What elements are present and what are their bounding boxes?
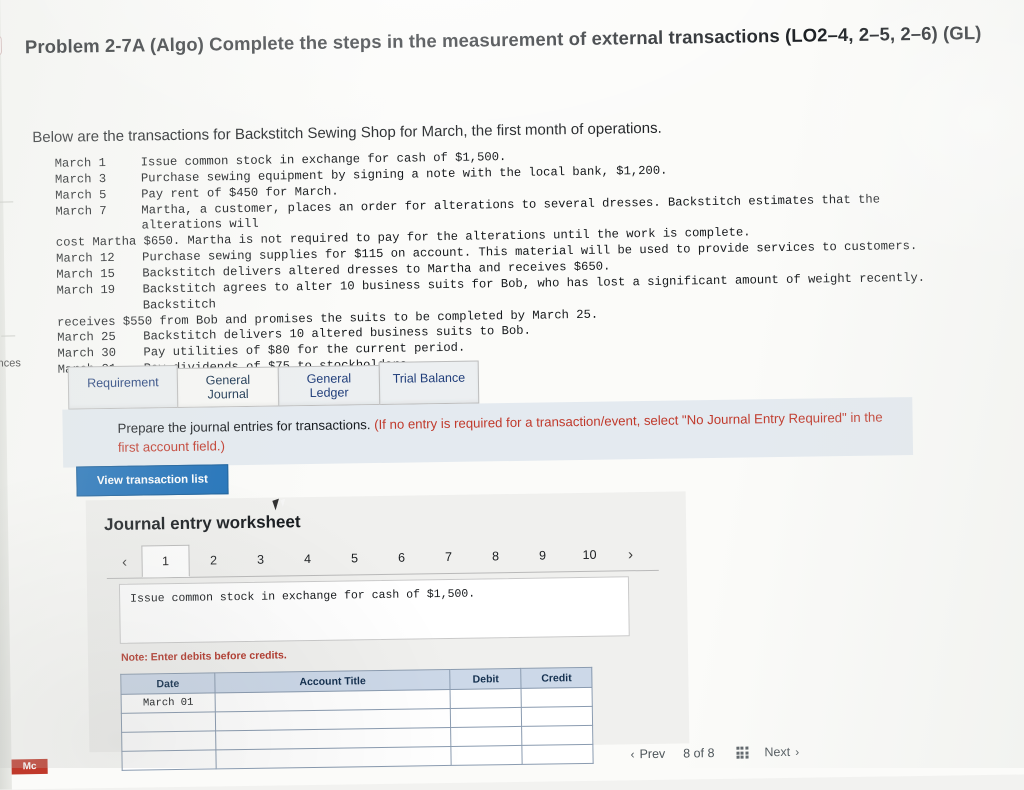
column-header-debit: Debit (450, 668, 522, 690)
cell-debit[interactable] (450, 688, 522, 709)
cell-credit[interactable] (522, 744, 594, 765)
transaction-date: March 12 (55, 251, 115, 266)
prev-chevron-icon[interactable]: ‹ (630, 747, 634, 761)
tab-label: Requirement (87, 375, 159, 391)
next-chevron-icon[interactable]: › (795, 745, 799, 759)
tab-label-line2: Journal (207, 386, 249, 402)
pager-page-9[interactable]: 9 (518, 539, 565, 572)
cell-credit[interactable] (521, 725, 593, 746)
tab-general-ledger[interactable]: General Ledger (277, 364, 381, 407)
tab-requirement[interactable]: Requirement (67, 364, 179, 410)
transaction-date: March 5 (55, 187, 107, 203)
transaction-date: March 19 (56, 282, 116, 298)
edge-tick (0, 201, 14, 203)
tab-label-line2: Ledger (309, 385, 349, 401)
journal-entry-worksheet: Journal entry worksheet ‹ 1 2 3 4 5 6 7 … (85, 491, 690, 771)
pager-page-10[interactable]: 10 (565, 539, 612, 572)
column-header-date: Date (120, 672, 216, 695)
pager-page-2[interactable]: 2 (189, 544, 236, 577)
debits-before-credits-note: Note: Enter debits before credits. (120, 649, 287, 664)
edge-tick (1, 335, 16, 337)
pager-next-arrow-icon[interactable]: › (612, 538, 647, 571)
cell-debit[interactable] (450, 707, 522, 728)
pager-page-4[interactable]: 4 (283, 543, 330, 576)
edge-cut-off-label: nces (0, 357, 21, 370)
tab-label-line1: General (306, 371, 352, 387)
worksheet-title: Journal entry worksheet (103, 512, 301, 535)
tab-strip: Requirement General Journal General Ledg… (67, 360, 480, 410)
browser-tab-nub-icon (0, 35, 3, 56)
transaction-date: March 3 (54, 171, 107, 187)
grid-menu-icon[interactable] (736, 746, 749, 759)
worksheet-prompt: Issue common stock in exchange for cash … (118, 576, 630, 644)
instruction-text: Prepare the journal entries for transact… (117, 407, 907, 457)
transaction-date: March 25 (57, 330, 116, 346)
pager-page-6[interactable]: 6 (377, 541, 424, 574)
pager-page-1[interactable]: 1 (141, 544, 190, 578)
view-transaction-list-button[interactable]: View transaction list (76, 464, 229, 497)
pager-page-7[interactable]: 7 (424, 541, 471, 574)
cell-credit[interactable] (521, 687, 593, 708)
pager-prev-arrow-icon[interactable]: ‹ (106, 546, 141, 579)
tab-label: Trial Balance (392, 370, 466, 386)
transaction-date: March 30 (57, 346, 117, 362)
worksheet-prompt-text: Issue common stock in exchange for cash … (130, 587, 476, 606)
cell-debit[interactable] (451, 726, 523, 747)
transaction-date: March 15 (56, 266, 115, 282)
cell-date[interactable] (121, 749, 217, 771)
cell-date[interactable]: March 01 (121, 692, 216, 714)
cell-debit[interactable] (451, 745, 523, 766)
cell-credit[interactable] (521, 706, 593, 727)
tab-label-line1: General (205, 372, 251, 388)
column-header-credit: Credit (520, 667, 593, 689)
cell-date[interactable] (121, 711, 216, 733)
pager-page-5[interactable]: 5 (330, 542, 377, 575)
instruction-black-text: Prepare the journal entries for transact… (117, 417, 371, 436)
tab-general-journal[interactable]: General Journal (176, 366, 280, 408)
cell-date[interactable] (121, 730, 216, 752)
transaction-date: March 1 (54, 156, 106, 171)
cell-account-title[interactable] (215, 746, 452, 769)
transaction-list: March 1 Issue common stock in exchange f… (55, 143, 958, 378)
prev-button[interactable]: Prev (639, 747, 665, 761)
screenshot-page: nces Problem 2-7A (Algo) Complete the st… (0, 0, 1024, 790)
pager-page-8[interactable]: 8 (471, 540, 518, 573)
tab-trial-balance[interactable]: Trial Balance (378, 360, 480, 405)
pager-page-3[interactable]: 3 (236, 543, 283, 576)
transaction-date: March 7 (55, 203, 107, 219)
page-count-label: 8 of 8 (683, 746, 715, 761)
mcgraw-hill-logo: Mc (11, 758, 48, 775)
journal-entry-table: Date Account Title Debit Credit March 01 (120, 667, 594, 771)
next-button[interactable]: Next (764, 745, 790, 759)
worksheet-pager: ‹ 1 2 3 4 5 6 7 8 9 10 › (106, 537, 659, 580)
